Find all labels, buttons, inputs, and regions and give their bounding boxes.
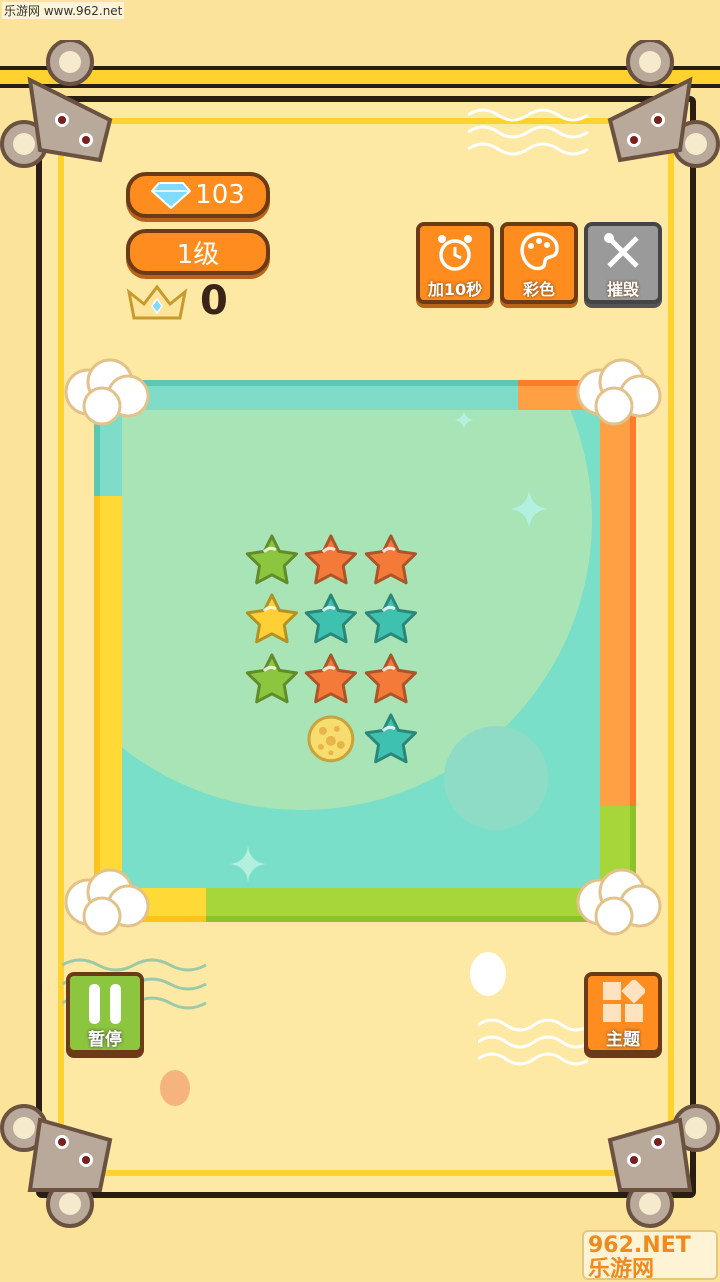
level-indicator: 1级 [126,229,270,275]
watermark-text: 乐游网 www.962.net [2,2,125,19]
alarm-clock-icon [438,235,472,271]
pause-button[interactable]: 暂停 [66,972,144,1054]
mouse-icon [0,40,113,168]
site-logo-text: 962.NET 乐游网 [588,1233,691,1282]
green-star-tile[interactable] [242,649,302,709]
teal-star-tile[interactable] [361,709,421,769]
orange-star-tile[interactable] [361,649,421,709]
color-button[interactable]: 彩色 [500,222,578,304]
teal-star-tile[interactable] [361,589,421,649]
green-star-tile[interactable] [242,530,302,590]
orange-star-tile[interactable] [361,530,421,590]
pause-label: 暂停 [88,1030,122,1050]
gem-count: 103 [195,180,245,210]
level-text: 1级 [176,239,220,270]
cloud-icon [576,358,662,426]
yellow-star-tile[interactable] [242,589,302,649]
destroy-label: 摧毁 [606,280,639,299]
egg-decoration [470,952,506,996]
cloud-icon [576,868,662,936]
teal-star-tile[interactable] [301,589,361,649]
site-logo: 962.NET 乐游网 [582,1230,718,1282]
pause-icon [89,984,121,1024]
add-time-button[interactable]: 加10秒 [416,222,494,304]
orange-star-tile[interactable] [301,649,361,709]
wave-decoration-icon [468,108,589,156]
dot-decoration [160,1070,190,1106]
orange-star-tile[interactable] [301,530,361,590]
crown-icon [126,284,188,320]
add-time-label: 加10秒 [427,280,483,299]
palette-icon [520,232,559,271]
cheese-tile[interactable] [301,709,361,769]
diamond-icon [151,182,192,209]
color-label: 彩色 [522,280,555,299]
cloud-icon [64,358,150,426]
destroy-button[interactable]: 摧毁 [584,222,662,304]
wrench-screwdriver-icon [604,233,639,268]
wave-decoration-icon [478,1018,588,1066]
gem-counter: 103 [126,172,270,218]
mouse-icon [607,40,720,168]
game-board[interactable] [122,410,600,888]
mouse-icon [607,1104,720,1228]
theme-label: 主题 [606,1030,640,1050]
cloud-icon [64,868,150,936]
board-grid [122,410,600,888]
board-frame-right [600,410,636,810]
theme-button[interactable]: 主题 [584,972,662,1054]
theme-grid-icon [603,980,645,1022]
best-score: 0 [200,278,228,324]
mouse-icon [0,1104,113,1228]
